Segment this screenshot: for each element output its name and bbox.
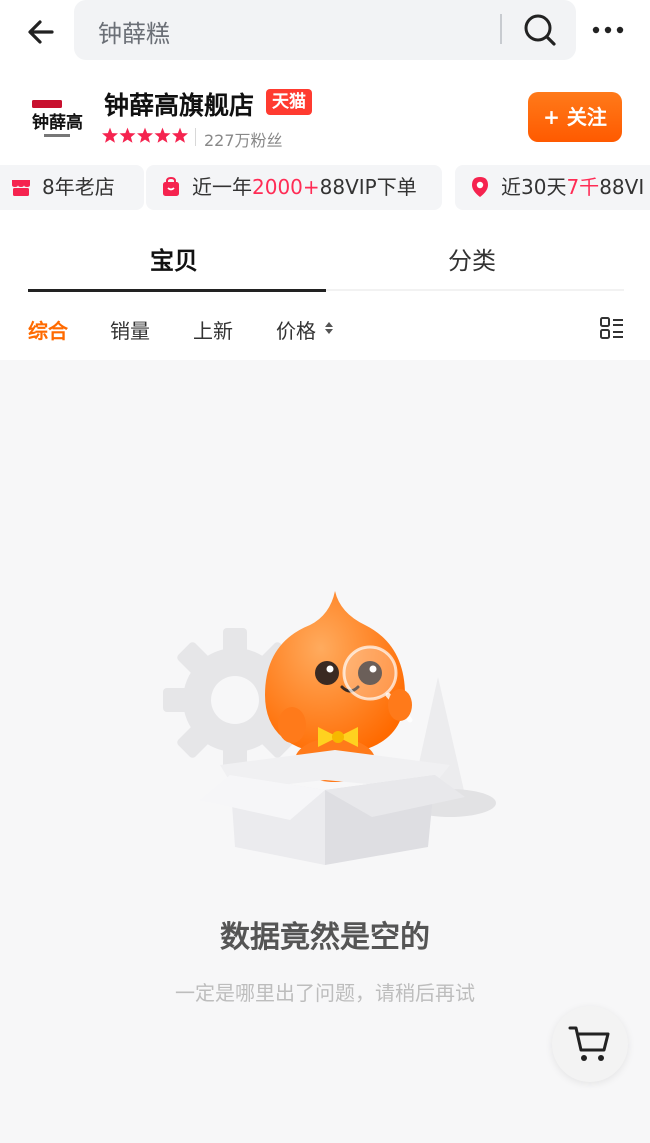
sort-sales[interactable]: 销量 bbox=[110, 315, 150, 344]
cart-button[interactable] bbox=[552, 1006, 628, 1082]
cart-icon bbox=[568, 1026, 610, 1061]
tab-categories[interactable]: 分类 bbox=[448, 241, 496, 276]
more-icon bbox=[592, 26, 624, 34]
tag-text-suffix: 88VIP下单 bbox=[319, 175, 417, 199]
sort-price[interactable]: 价格 bbox=[276, 315, 316, 344]
empty-state-illustration bbox=[160, 585, 500, 875]
tag-text: 近30天 bbox=[501, 175, 567, 199]
layout-toggle-icon bbox=[600, 317, 623, 339]
star-icon bbox=[172, 127, 188, 143]
search-input[interactable]: 钟薛糕 bbox=[74, 0, 576, 60]
location-pin-icon bbox=[472, 176, 488, 197]
shop-icon bbox=[12, 179, 30, 196]
fans-count: 227万粉丝 bbox=[204, 131, 283, 150]
sort-arrows-icon bbox=[324, 320, 334, 336]
tag-highlight: 7千 bbox=[566, 175, 600, 199]
tab-active-indicator bbox=[28, 289, 326, 292]
more-button[interactable] bbox=[588, 18, 628, 42]
follow-button[interactable]: + 关注 bbox=[528, 92, 622, 142]
star-icon bbox=[102, 127, 118, 143]
back-button[interactable] bbox=[22, 12, 62, 52]
search-icon bbox=[524, 14, 556, 46]
tag-store-age[interactable]: 8年老店 bbox=[0, 165, 144, 210]
tag-text-suffix: 88VI bbox=[599, 175, 645, 199]
star-icon bbox=[137, 127, 153, 143]
sort-comprehensive[interactable]: 综合 bbox=[28, 315, 68, 344]
search-button[interactable] bbox=[520, 10, 560, 50]
tmall-badge: 天猫 bbox=[266, 89, 312, 115]
tab-products[interactable]: 宝贝 bbox=[150, 241, 198, 276]
rating-stars bbox=[102, 127, 188, 145]
sort-newest[interactable]: 上新 bbox=[193, 315, 233, 344]
bag-icon bbox=[163, 176, 179, 196]
tag-vip-orders-30days[interactable]: 近30天7千88VI bbox=[455, 165, 650, 210]
box-icon bbox=[200, 750, 465, 865]
star-icon bbox=[119, 127, 136, 143]
tag-vip-orders-year[interactable]: 近一年2000+88VIP下单 bbox=[146, 165, 442, 210]
empty-subtitle: 一定是哪里出了问题，请稍后再试 bbox=[175, 981, 475, 1005]
rating-divider bbox=[195, 128, 196, 146]
back-arrow-icon bbox=[28, 20, 54, 44]
tag-text: 近一年 bbox=[192, 175, 252, 199]
layout-toggle-button[interactable] bbox=[600, 316, 624, 340]
tag-highlight: 2000+ bbox=[252, 175, 320, 199]
svg-text:钟薛高: 钟薛高 bbox=[32, 112, 83, 133]
tag-text: 8年老店 bbox=[42, 175, 115, 199]
store-logo-image: 钟薛高 bbox=[32, 100, 83, 137]
search-divider bbox=[500, 14, 502, 44]
store-logo[interactable]: 钟薛高 bbox=[24, 88, 90, 154]
empty-title: 数据竟然是空的 bbox=[220, 920, 430, 955]
store-name[interactable]: 钟薛高旗舰店 bbox=[104, 86, 254, 122]
search-query: 钟薛糕 bbox=[98, 20, 170, 48]
star-icon bbox=[154, 127, 171, 143]
